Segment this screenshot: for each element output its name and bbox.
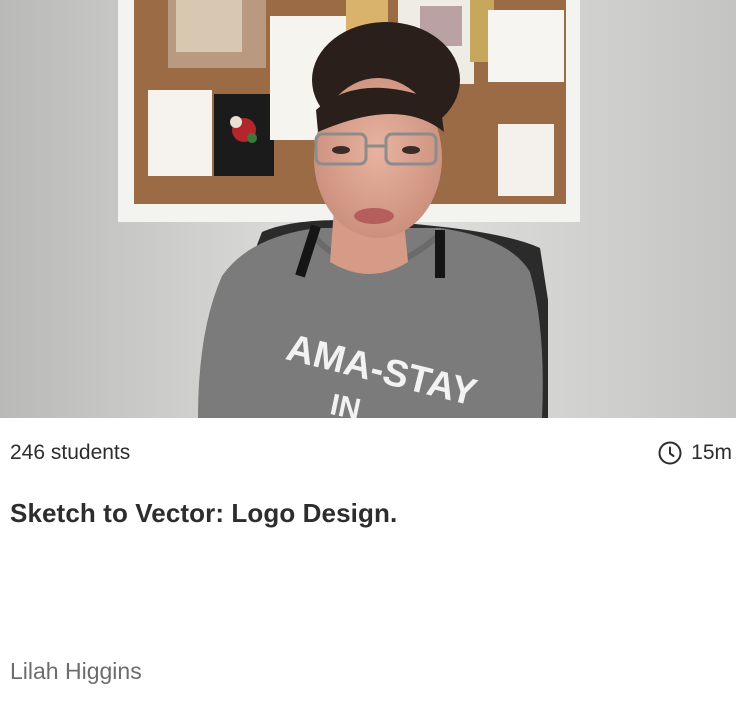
class-meta-row: 246 students 15m xyxy=(10,438,732,468)
class-thumbnail[interactable]: AMA-STAY IN xyxy=(0,0,736,418)
teacher-name[interactable]: Lilah Higgins xyxy=(10,658,142,685)
thumbnail-image: AMA-STAY IN xyxy=(0,0,736,418)
class-title[interactable]: Sketch to Vector: Logo Design. xyxy=(10,498,397,529)
shirt-text-line2: IN xyxy=(327,388,363,418)
students-count: 246 students xyxy=(10,441,131,464)
class-duration: 15m xyxy=(657,440,732,466)
class-card[interactable]: AMA-STAY IN 246 students 15m Sketch to V… xyxy=(0,0,736,708)
clock-icon xyxy=(658,441,682,465)
duration-label: 15m xyxy=(691,441,732,464)
